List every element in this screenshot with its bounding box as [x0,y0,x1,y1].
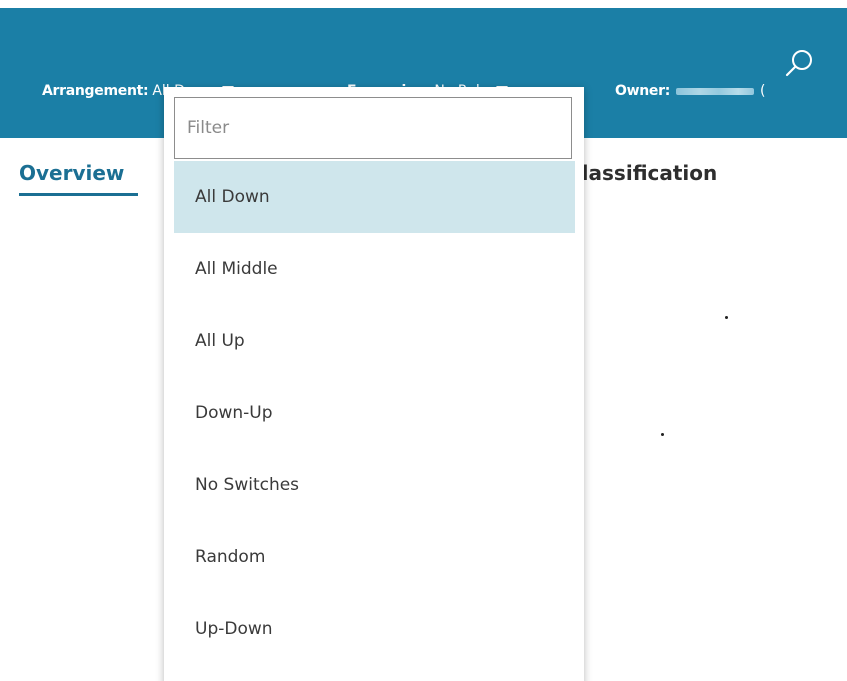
dropdown-option-up-down[interactable]: Up-Down [174,593,575,665]
dropdown-option-all-down[interactable]: All Down [174,161,575,233]
owner-name-redacted [676,87,754,95]
dropdown-option-random[interactable]: Random [174,521,575,593]
owner-field[interactable]: Owner: ( [615,81,765,101]
dropdown-option-down-up[interactable]: Down-Up [174,377,575,449]
dropdown-option-no-switches[interactable]: No Switches [174,449,575,521]
dropdown-option-all-up[interactable]: All Up [174,305,575,377]
page: Arrangement: All Down Expansion: No Rule… [0,0,847,681]
owner-paren: ( [760,83,766,99]
dropdown-option-all-middle[interactable]: All Middle [174,233,575,305]
arrangement-label: Arrangement: [42,83,149,99]
search-icon [785,50,812,77]
owner-label: Owner: [615,83,670,99]
dropdown-options: All Down All Middle All Up Down-Up No Sw… [174,161,575,665]
dot-mark [725,316,728,319]
tab-classification[interactable]: Classification [567,160,717,186]
filter-input[interactable] [174,97,572,159]
dot-mark [661,433,664,436]
tab-overview[interactable]: Overview [19,160,124,186]
search-button[interactable] [778,46,820,86]
tab-active-underline [19,193,138,196]
arrangement-dropdown-menu: All Down All Middle All Up Down-Up No Sw… [164,87,584,681]
